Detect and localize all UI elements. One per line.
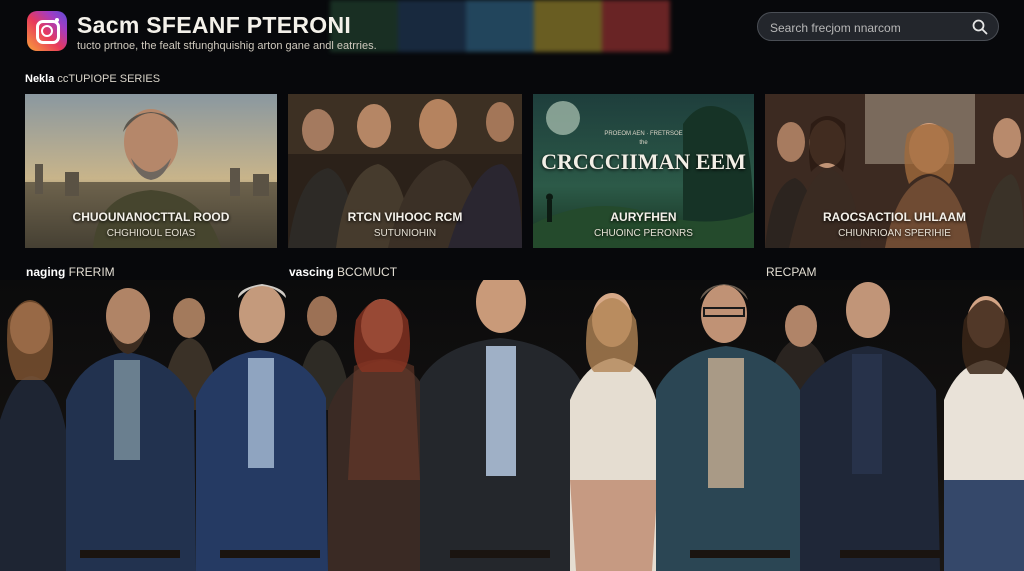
card-kicker-2: the xyxy=(639,140,648,146)
row-label-rest: BCCMUCT xyxy=(333,265,398,279)
row-label-rest: FRERIM xyxy=(65,265,115,279)
search-input[interactable] xyxy=(768,13,972,42)
card-poster-image xyxy=(288,94,522,248)
card-poster-image xyxy=(765,94,1024,248)
search-icon[interactable] xyxy=(972,19,988,35)
instagram-logo-icon[interactable] xyxy=(27,11,67,51)
card-title: AURYFHEN xyxy=(610,210,677,224)
card-subtitle: CHIUNRIOAN SPERIHIE xyxy=(838,228,951,239)
card-subtitle: SUTUNIOHIN xyxy=(373,228,437,239)
row-label: vascing BCCMUCT xyxy=(289,265,397,279)
card-title: RAOCSACTIOL UHLAAM xyxy=(822,210,967,224)
series-card[interactable]: RAOCSACTIOL UHLAAM CHIUNRIOAN SPERIHIE xyxy=(765,94,1024,248)
row-label: RECPAM xyxy=(766,265,816,279)
card-kicker: PROEOM AEN · FRETRSOE xyxy=(604,131,683,137)
series-card[interactable]: CHUOUNANOCTTAL ROOD CHGHIIOUL EOIAS xyxy=(25,94,277,248)
card-title: CHUOUNANOCTTAL ROOD xyxy=(72,210,230,224)
section-title: Nekla ccTUPIOPE SERIES xyxy=(25,73,160,85)
card-headline: CRCCCIIMAN EEM xyxy=(541,149,746,174)
section-title-bold: Nekla xyxy=(25,73,55,85)
section-title-rest: ccTUPIOPE SERIES xyxy=(54,73,161,85)
app-header: Sacm SFEANF PTERONI tucto prtnoe, the fe… xyxy=(0,0,1024,70)
row-label-bold: vascing xyxy=(289,265,334,279)
card-title: RTCN VIHOOC RCM xyxy=(347,210,463,224)
search-bar[interactable] xyxy=(757,12,999,42)
card-subtitle: CHGHIIOUL EOIAS xyxy=(106,228,196,239)
series-card[interactable]: PROEOM AEN · FRETRSOE the CRCCCIIMAN EEM… xyxy=(533,94,754,248)
app-tagline: tucto prtnoe, the fealt stfunghquishig a… xyxy=(77,40,377,52)
cast-group-photo xyxy=(0,280,1024,571)
row-label-rest: RECPAM xyxy=(766,265,817,279)
row-label-bold: naging xyxy=(26,265,66,279)
card-subtitle: CHUOINC PERONRS xyxy=(594,228,693,239)
app-title: Sacm SFEANF PTERONI xyxy=(77,12,352,38)
series-card[interactable]: RTCN VIHOOC RCM SUTUNIOHIN xyxy=(288,94,522,248)
card-poster-image xyxy=(25,94,277,248)
row-label: naging FRERIM xyxy=(26,265,115,279)
